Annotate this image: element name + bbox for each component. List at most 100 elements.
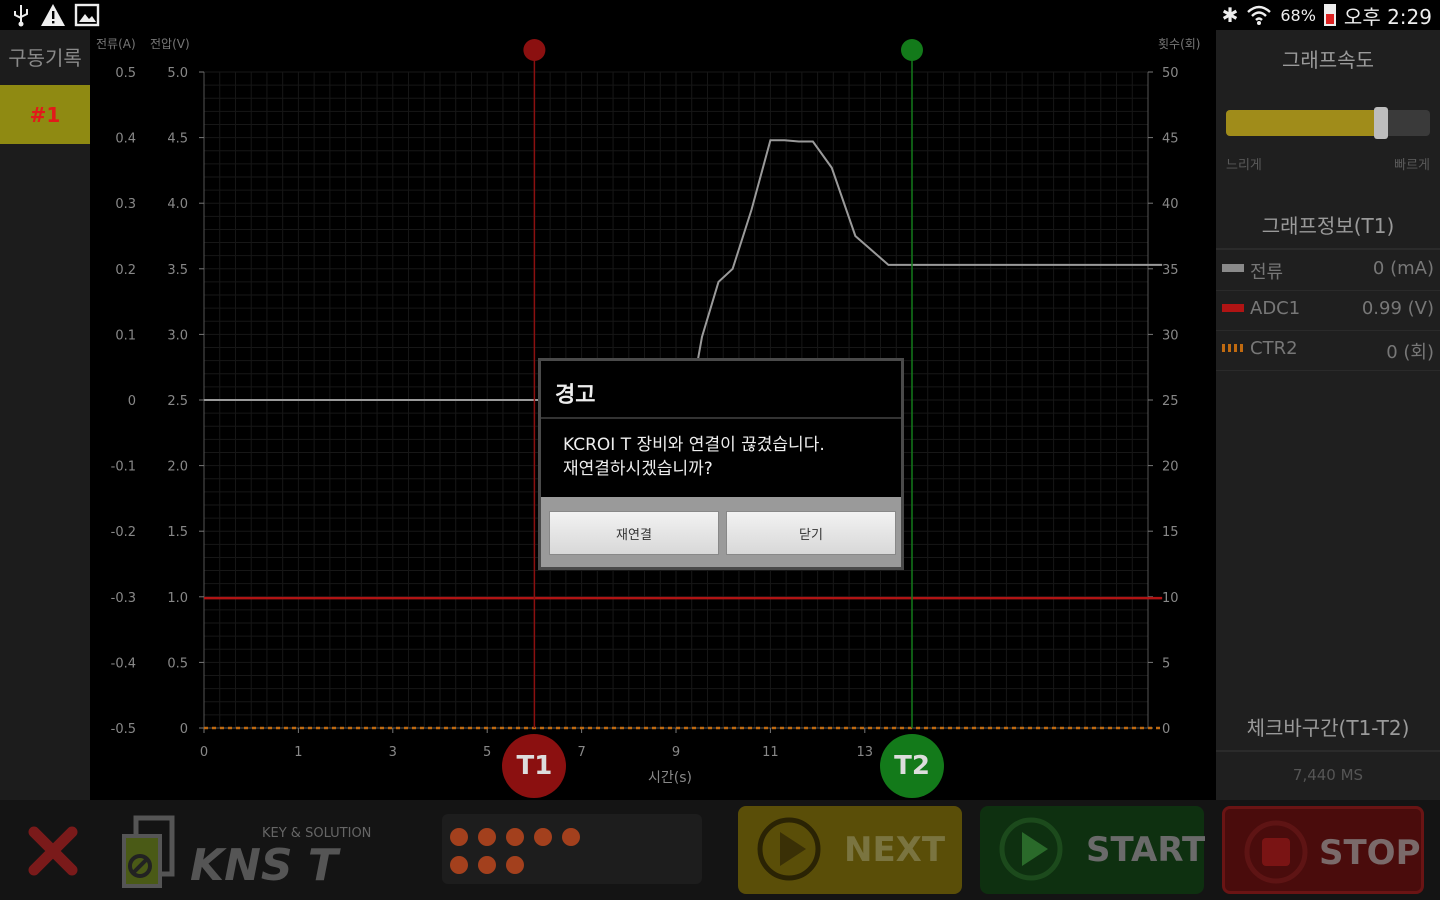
marker-top-dot bbox=[523, 39, 546, 61]
info-row-current: 전류 0 (mA) bbox=[1216, 250, 1440, 291]
x-tick-label: 11 bbox=[762, 745, 779, 760]
count-tick-label: 20 bbox=[1162, 460, 1179, 475]
marker-t1-handle[interactable]: T1 bbox=[502, 734, 567, 798]
dialog-message-line: 재연결하시겠습니까? bbox=[563, 459, 713, 479]
info-value: 0.99 (V) bbox=[1361, 298, 1434, 319]
next-button[interactable]: NEXT bbox=[738, 806, 962, 894]
current-axis-label: 전류(A) bbox=[96, 37, 136, 51]
battery-icon bbox=[1323, 4, 1336, 26]
count-tick-label: 10 bbox=[1162, 591, 1179, 606]
slow-label: 느리게 bbox=[1226, 158, 1262, 173]
logo-icon bbox=[122, 815, 175, 888]
close-button[interactable]: 닫기 bbox=[726, 511, 896, 555]
logo-tagline: KEY & SOLUTION bbox=[262, 826, 372, 841]
x-tick-label: 7 bbox=[577, 745, 585, 760]
fast-label: 빠르게 bbox=[1394, 158, 1430, 173]
current-tick-label: 0.4 bbox=[115, 132, 136, 147]
start-label: START bbox=[1086, 830, 1206, 870]
dialog-message-line: KCROI T 장비와 연결이 끊겼습니다. bbox=[563, 435, 825, 455]
voltage-tick-label: 5.0 bbox=[167, 66, 188, 81]
stop-icon bbox=[1244, 820, 1308, 884]
current-tick-label: 0 bbox=[128, 394, 136, 409]
progress-dot bbox=[534, 828, 552, 846]
reconnect-button[interactable]: 재연결 bbox=[549, 511, 719, 555]
record-tab-1[interactable]: #1 bbox=[0, 85, 90, 144]
count-tick-label: 30 bbox=[1162, 328, 1179, 343]
right-panel: 그래프속도 느리게 빠르게 그래프정보(T1) 전류 0 (mA) ADC1 0… bbox=[1216, 30, 1440, 800]
clock: 오후 2:29 bbox=[1343, 4, 1432, 29]
record-title: 구동기록 bbox=[8, 46, 82, 70]
status-bar: ✱ 68% 오후 2:29 bbox=[0, 0, 1440, 30]
x-tick-label: 3 bbox=[389, 745, 397, 760]
voltage-tick-label: 1.5 bbox=[167, 525, 188, 540]
legend-swatch bbox=[1222, 304, 1244, 312]
current-tick-label: -0.4 bbox=[111, 656, 136, 671]
voltage-tick-label: 0.5 bbox=[167, 656, 188, 671]
gallery-icon bbox=[74, 3, 100, 27]
check-range-title: 체크바구간(T1-T2) bbox=[1246, 716, 1410, 740]
current-tick-label: 0.2 bbox=[115, 263, 136, 278]
current-tick-label: 0.3 bbox=[115, 197, 136, 212]
progress-dot bbox=[450, 856, 468, 874]
current-tick-label: -0.3 bbox=[111, 591, 136, 606]
play-icon bbox=[999, 817, 1063, 881]
graph-speed-title: 그래프속도 bbox=[1282, 48, 1374, 72]
info-row-ctr2: CTR2 0 (회) bbox=[1216, 330, 1440, 371]
kns-logo: KEY & SOLUTION KNS T bbox=[120, 810, 390, 894]
voltage-tick-label: 1.0 bbox=[167, 591, 188, 606]
info-value: 0 (mA) bbox=[1372, 258, 1434, 279]
count-tick-label: 45 bbox=[1162, 132, 1179, 147]
speed-slider-fill bbox=[1226, 110, 1382, 136]
count-axis-label: 횟수(회) bbox=[1158, 37, 1200, 51]
progress-dot bbox=[450, 828, 468, 846]
play-icon bbox=[757, 817, 821, 881]
x-tick-label: 1 bbox=[294, 745, 302, 760]
voltage-tick-label: 2.5 bbox=[167, 394, 188, 409]
progress-dot bbox=[506, 856, 524, 874]
count-tick-label: 0 bbox=[1162, 722, 1170, 737]
usb-icon bbox=[14, 5, 28, 27]
dialog-message: KCROI T 장비와 연결이 끊겼습니다. 재연결하시겠습니까? bbox=[563, 433, 825, 481]
graph-info-title: 그래프정보(T1) bbox=[1261, 214, 1395, 238]
divider bbox=[1216, 750, 1440, 752]
record-sidebar: 구동기록 #1 bbox=[0, 30, 90, 800]
voltage-tick-label: 2.0 bbox=[167, 460, 188, 475]
wifi-icon bbox=[1247, 5, 1272, 25]
next-label: NEXT bbox=[844, 830, 946, 870]
bluetooth-icon: ✱ bbox=[1221, 3, 1239, 27]
count-tick-label: 50 bbox=[1162, 66, 1179, 81]
count-tick-label: 40 bbox=[1162, 197, 1179, 212]
count-tick-label: 25 bbox=[1162, 394, 1179, 409]
count-tick-label: 15 bbox=[1162, 525, 1179, 540]
marker-t2-handle[interactable]: T2 bbox=[880, 734, 944, 798]
current-tick-label: -0.2 bbox=[111, 525, 136, 540]
start-button[interactable]: START bbox=[980, 806, 1206, 894]
bottom-toolbar: KEY & SOLUTION KNS T NEXT START STOP bbox=[0, 800, 1440, 900]
stop-button[interactable]: STOP bbox=[1222, 806, 1424, 894]
progress-dot bbox=[478, 856, 496, 874]
current-tick-label: 0.5 bbox=[115, 66, 136, 81]
progress-dot bbox=[562, 828, 580, 846]
voltage-tick-label: 3.5 bbox=[167, 263, 188, 278]
current-tick-label: 0.1 bbox=[115, 328, 136, 343]
info-value: 0 (회) bbox=[1386, 342, 1434, 363]
warning-icon bbox=[41, 4, 65, 26]
info-name: ADC1 bbox=[1250, 298, 1301, 319]
info-name: CTR2 bbox=[1250, 338, 1298, 359]
progress-dots bbox=[442, 814, 702, 884]
marker-top-dot bbox=[901, 39, 923, 61]
logo-text: KNS T bbox=[190, 840, 338, 891]
progress-dot bbox=[478, 828, 496, 846]
progress-dot bbox=[506, 828, 524, 846]
close-x-icon[interactable] bbox=[24, 822, 82, 880]
voltage-tick-label: 3.0 bbox=[167, 328, 188, 343]
x-tick-label: 13 bbox=[857, 745, 874, 760]
x-tick-label: 9 bbox=[672, 745, 680, 760]
info-name: 전류 bbox=[1250, 262, 1284, 283]
voltage-axis-label: 전압(V) bbox=[150, 37, 190, 51]
x-tick-label: 0 bbox=[200, 745, 208, 760]
dialog-divider bbox=[541, 417, 901, 419]
speed-slider[interactable] bbox=[1226, 107, 1430, 139]
dialog-title: 경고 bbox=[555, 383, 596, 408]
speed-slider-handle[interactable] bbox=[1374, 107, 1389, 139]
